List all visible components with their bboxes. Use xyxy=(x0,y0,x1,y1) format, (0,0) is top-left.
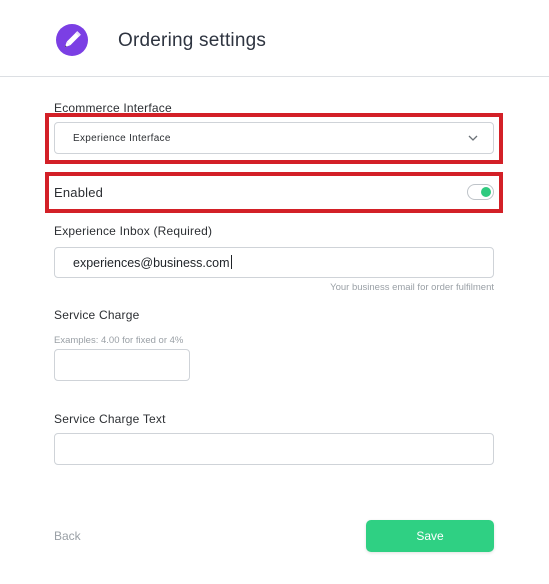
select-value: Experience Interface xyxy=(73,133,171,144)
service-charge-input[interactable] xyxy=(54,349,190,381)
experience-inbox-input[interactable]: experiences@business.com xyxy=(54,247,494,278)
experience-inbox-hint: Your business email for order fulfilment xyxy=(330,282,494,293)
service-charge-text-label: Service Charge Text xyxy=(54,412,166,426)
toggle-knob xyxy=(481,187,491,197)
back-link[interactable]: Back xyxy=(54,529,81,543)
save-button[interactable]: Save xyxy=(366,520,494,552)
app-logo xyxy=(56,24,88,56)
pencil-icon xyxy=(64,31,81,48)
experience-inbox-label: Experience Inbox (Required) xyxy=(54,224,213,238)
page-title: Ordering settings xyxy=(118,30,267,51)
text-caret xyxy=(230,255,232,269)
chevron-down-icon xyxy=(468,135,478,141)
header: Ordering settings xyxy=(0,0,549,77)
ecommerce-interface-select[interactable]: Experience Interface xyxy=(54,122,494,154)
service-charge-hint: Examples: 4.00 for fixed or 4% xyxy=(54,335,184,346)
experience-inbox-value: experiences@business.com xyxy=(73,255,232,270)
service-charge-label: Service Charge xyxy=(54,308,140,322)
highlight-box-enabled xyxy=(45,172,503,213)
enabled-label: Enabled xyxy=(54,185,104,200)
enabled-toggle[interactable] xyxy=(467,184,494,200)
service-charge-text-input[interactable] xyxy=(54,433,494,465)
